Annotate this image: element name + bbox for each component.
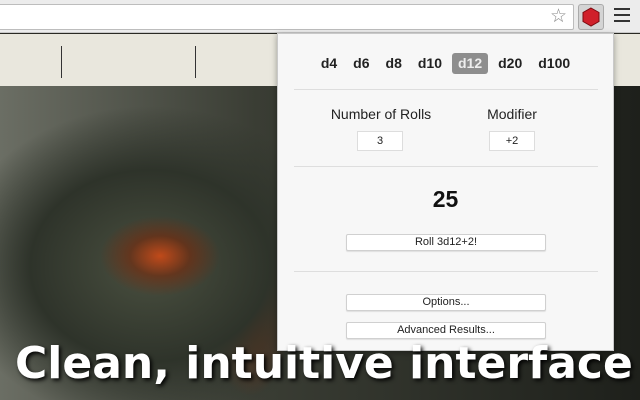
divider (195, 46, 196, 78)
browser-toolbar: ☆ (0, 0, 640, 33)
caption: Clean, intuitive interface (15, 338, 633, 389)
modifier-label: Modifier (487, 106, 537, 122)
red-d20-icon (582, 7, 600, 27)
star-icon[interactable]: ☆ (550, 7, 567, 27)
divider (61, 46, 62, 78)
die-d4[interactable]: d4 (315, 53, 343, 74)
modifier-input[interactable]: +2 (489, 131, 535, 151)
advanced-results-button[interactable]: Advanced Results... (346, 322, 546, 339)
hamburger-icon[interactable] (614, 8, 630, 26)
extension-button[interactable] (578, 4, 604, 30)
die-d100[interactable]: d100 (532, 53, 576, 74)
roll-button[interactable]: Roll 3d12+2! (346, 234, 546, 251)
options-button[interactable]: Options... (346, 294, 546, 311)
die-d20[interactable]: d20 (492, 53, 528, 74)
address-bar[interactable]: ☆ (0, 4, 574, 30)
rolls-input[interactable]: 3 (357, 131, 403, 151)
die-d12[interactable]: d12 (451, 53, 489, 74)
dice-roller-popup: d4 d6 d8 d10 d12 d20 d100 Number of Roll… (277, 33, 614, 351)
dice-selector: d4 d6 d8 d10 d12 d20 d100 (278, 53, 613, 74)
divider (294, 89, 598, 90)
die-d8[interactable]: d8 (380, 53, 408, 74)
die-d10[interactable]: d10 (412, 53, 448, 74)
die-d6[interactable]: d6 (347, 53, 375, 74)
divider (294, 271, 598, 272)
divider (294, 166, 598, 167)
roll-result: 25 (432, 186, 459, 212)
rolls-label: Number of Rolls (330, 106, 432, 122)
